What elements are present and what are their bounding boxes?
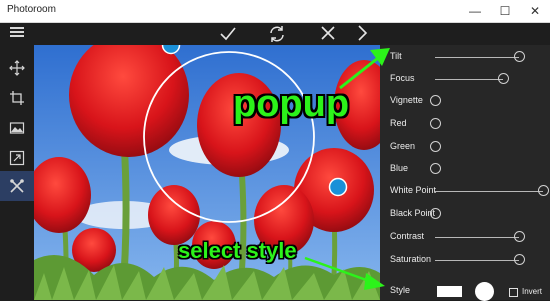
- close-icon: [321, 26, 335, 40]
- title-bar: Photoroom — ☐ ✕: [0, 0, 550, 23]
- slider-label: Tilt: [390, 51, 402, 61]
- slider-knob[interactable]: [497, 73, 509, 84]
- slider-knob[interactable]: [513, 231, 525, 242]
- move-tool-button[interactable]: [0, 53, 34, 83]
- tools-icon: [10, 179, 24, 193]
- invert-label: Invert: [522, 287, 543, 296]
- slider-track[interactable]: [435, 191, 543, 192]
- slider-row: Black Point: [380, 204, 550, 226]
- maximize-button[interactable]: ☐: [490, 0, 520, 22]
- invert-checkbox[interactable]: [509, 288, 518, 297]
- toolbar: [0, 23, 550, 45]
- slider-label: Green: [390, 141, 416, 151]
- checkmark-icon: [220, 27, 236, 41]
- slider-row: Contrast: [380, 227, 550, 249]
- crop-tool-button[interactable]: [0, 83, 34, 113]
- crop-icon: [10, 91, 24, 105]
- slider-knob[interactable]: [537, 185, 549, 196]
- move-arrows-icon: [9, 60, 25, 76]
- slider-knob[interactable]: [513, 254, 525, 265]
- image-adjust-icon: [9, 122, 25, 134]
- reset-button[interactable]: [266, 24, 288, 44]
- style-circle-option[interactable]: [475, 282, 494, 301]
- slider-track[interactable]: [435, 237, 520, 238]
- slider-knob[interactable]: [429, 163, 441, 174]
- slider-row: Saturation: [380, 250, 550, 272]
- slider-label: Vignette: [390, 95, 423, 105]
- hamburger-menu-icon[interactable]: [10, 27, 24, 39]
- resize-icon: [9, 150, 25, 166]
- slider-track[interactable]: [435, 57, 520, 58]
- slider-label: Contrast: [390, 231, 425, 241]
- slider-label: White Point: [390, 185, 437, 195]
- chevron-right-icon: [358, 25, 368, 41]
- tool-sidebar: [0, 45, 34, 300]
- slider-row: Tilt: [380, 47, 550, 69]
- slider-row: Red: [380, 114, 550, 136]
- cancel-button[interactable]: [317, 24, 339, 44]
- slider-label: Blue: [390, 163, 409, 173]
- slider-knob[interactable]: [429, 208, 441, 219]
- adjust-tool-button[interactable]: [0, 113, 34, 143]
- slider-row: Vignette: [380, 91, 550, 113]
- refresh-icon: [270, 26, 284, 42]
- minimize-button[interactable]: —: [460, 0, 490, 22]
- resize-tool-button[interactable]: [0, 143, 34, 173]
- slider-knob[interactable]: [429, 141, 441, 152]
- focus-handle-right[interactable]: [328, 177, 348, 197]
- slider-knob[interactable]: [513, 51, 525, 62]
- slider-label: Saturation: [390, 254, 432, 264]
- adjustments-panel: Tilt Focus Vignette Red Green Blue White Point…: [380, 45, 550, 301]
- app-title: Photoroom: [7, 4, 56, 15]
- select-style-annotation: select style: [178, 238, 297, 263]
- slider-label: Red: [390, 118, 407, 128]
- slider-label: Focus: [390, 73, 415, 83]
- apply-button[interactable]: [217, 24, 239, 44]
- slider-row: Blue: [380, 159, 550, 181]
- slider-track[interactable]: [435, 79, 504, 80]
- slider-knob[interactable]: [429, 95, 441, 106]
- slider-track[interactable]: [435, 260, 520, 261]
- slider-knob[interactable]: [429, 118, 441, 129]
- next-button[interactable]: [351, 24, 373, 44]
- slider-label: Black Point: [390, 208, 436, 218]
- close-window-button[interactable]: ✕: [520, 0, 550, 22]
- style-label: Style: [390, 285, 411, 295]
- popup-annotation: popup: [233, 83, 350, 125]
- style-rectangle-option[interactable]: [437, 286, 462, 297]
- slider-row: Green: [380, 137, 550, 159]
- slider-row: White Point: [380, 181, 550, 203]
- slider-row: Focus: [380, 69, 550, 91]
- tools-button[interactable]: [0, 171, 34, 201]
